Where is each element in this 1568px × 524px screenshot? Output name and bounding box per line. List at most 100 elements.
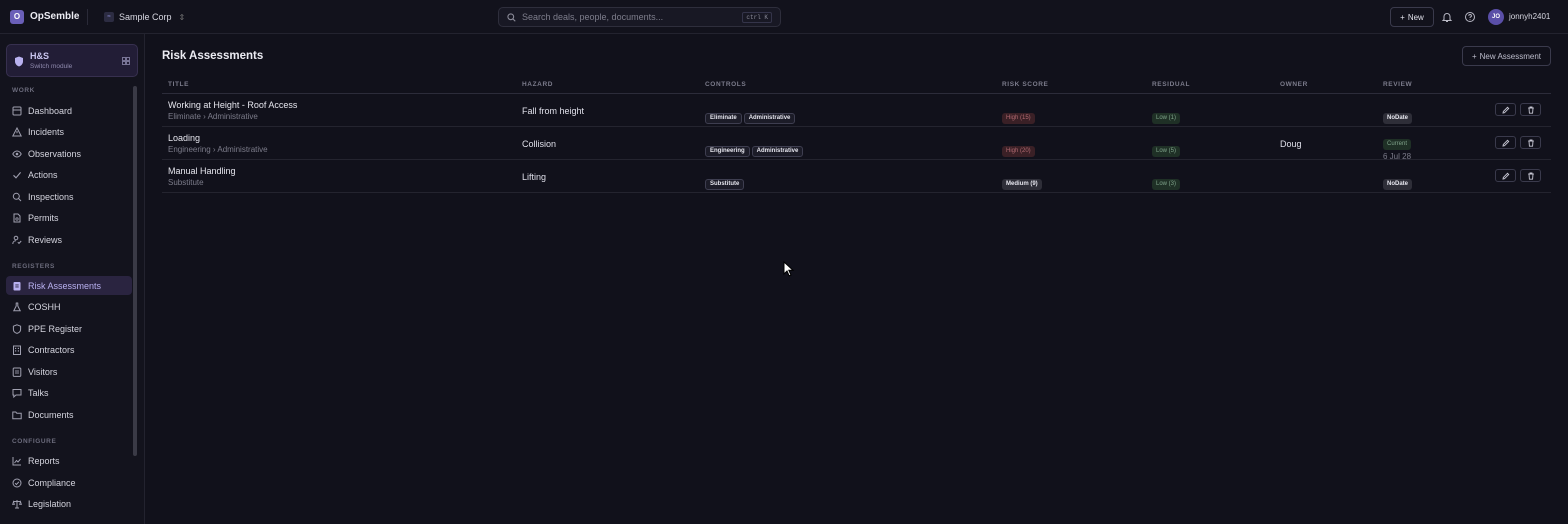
search-shortcut: ctrl K bbox=[742, 12, 772, 23]
sidebar-item-ppe-register[interactable]: PPE Register bbox=[6, 319, 132, 338]
sidebar-item-inspections[interactable]: Inspections bbox=[6, 187, 132, 206]
trash-icon bbox=[1527, 172, 1534, 180]
control-chip: Administrative bbox=[743, 113, 796, 124]
sidebar: H&S Switch module WORK Dashboard Inciden… bbox=[0, 34, 145, 524]
pencil-icon bbox=[1501, 139, 1509, 147]
delete-button[interactable] bbox=[1520, 136, 1541, 149]
folder-icon bbox=[12, 411, 22, 419]
column-header-owner[interactable]: OWNER bbox=[1280, 81, 1308, 88]
pencil-icon bbox=[1501, 172, 1509, 180]
residual-cell: Low (3) bbox=[1152, 172, 1181, 190]
section-label-work: WORK bbox=[12, 87, 35, 94]
delete-button[interactable] bbox=[1520, 103, 1541, 116]
sidebar-item-label: Compliance bbox=[28, 477, 76, 488]
page-title: Risk Assessments bbox=[162, 50, 264, 62]
title-cell: Working at Height - Roof Access Eliminat… bbox=[168, 100, 297, 121]
bell-icon[interactable] bbox=[1441, 11, 1453, 23]
search-box[interactable]: ctrl K bbox=[498, 7, 781, 27]
sidebar-item-documents[interactable]: Documents bbox=[6, 405, 132, 424]
title-cell: Manual Handling Substitute bbox=[168, 166, 236, 187]
residual-badge: Low (1) bbox=[1152, 113, 1181, 124]
residual-badge: Low (3) bbox=[1152, 179, 1181, 190]
org-name: Sample Corp bbox=[119, 12, 172, 22]
building-icon bbox=[13, 345, 21, 355]
permit-icon bbox=[13, 213, 21, 223]
section-label-configure: CONFIGURE bbox=[12, 438, 57, 445]
edit-button[interactable] bbox=[1495, 136, 1516, 149]
eye-icon bbox=[12, 149, 22, 158]
new-button[interactable]: + New bbox=[1390, 7, 1434, 27]
sidebar-item-label: Incidents bbox=[28, 127, 65, 137]
sidebar-item-contractors[interactable]: Contractors bbox=[6, 341, 132, 360]
sidebar-item-permits[interactable]: Permits bbox=[6, 209, 132, 228]
table-row[interactable]: Loading Engineering › Administrative Col… bbox=[162, 127, 1551, 161]
app-logo-icon[interactable]: O bbox=[10, 10, 24, 24]
sidebar-item-dashboard[interactable]: Dashboard bbox=[6, 101, 132, 120]
shield-icon bbox=[15, 56, 23, 67]
sidebar-item-actions[interactable]: Actions bbox=[6, 166, 132, 185]
residual-cell: Low (1) bbox=[1152, 106, 1181, 124]
edit-button[interactable] bbox=[1495, 169, 1516, 182]
sidebar-item-legislation[interactable]: Legislation bbox=[6, 495, 132, 514]
trash-icon bbox=[1527, 106, 1534, 114]
new-assessment-button[interactable]: + New Assessment bbox=[1462, 46, 1551, 66]
owner-cell: Doug bbox=[1280, 139, 1302, 149]
sidebar-item-coshh[interactable]: COSHH bbox=[6, 298, 132, 317]
sidebar-item-reviews[interactable]: Reviews bbox=[6, 230, 132, 249]
chat-icon bbox=[12, 389, 22, 398]
sidebar-scrollbar[interactable] bbox=[133, 86, 137, 456]
control-chip: Substitute bbox=[705, 179, 745, 190]
badge-icon bbox=[12, 367, 22, 377]
column-header-controls[interactable]: CONTROLS bbox=[705, 81, 746, 88]
new-button-label: New bbox=[1407, 12, 1424, 22]
help-icon[interactable] bbox=[1464, 11, 1476, 23]
column-header-hazard[interactable]: HAZARD bbox=[522, 81, 553, 88]
check-circle-icon bbox=[12, 478, 22, 487]
hazard-cell: Lifting bbox=[522, 172, 547, 182]
sidebar-item-talks[interactable]: Talks bbox=[6, 384, 132, 403]
controls-cell: Engineering Administrative bbox=[705, 139, 805, 157]
control-chip: Administrative bbox=[751, 146, 804, 157]
sidebar-item-label: Dashboard bbox=[28, 105, 73, 116]
flask-icon bbox=[12, 302, 22, 312]
sidebar-item-label: Reports bbox=[28, 456, 60, 466]
review-cell: Current 6 Jul 28 bbox=[1383, 132, 1411, 161]
sidebar-item-label: Permits bbox=[28, 213, 59, 223]
sidebar-item-compliance[interactable]: Compliance bbox=[6, 473, 132, 492]
risk-score-badge: High (20) bbox=[1002, 146, 1035, 157]
plus-icon: + bbox=[1471, 51, 1477, 61]
trash-icon bbox=[1527, 139, 1534, 147]
assessment-title[interactable]: Manual Handling bbox=[168, 166, 236, 176]
avatar[interactable]: JO bbox=[1488, 9, 1504, 25]
edit-button[interactable] bbox=[1495, 103, 1516, 116]
sidebar-item-incidents[interactable]: Incidents bbox=[6, 123, 132, 142]
review-cell: NoDate bbox=[1383, 106, 1413, 124]
column-header-risk-score[interactable]: RISK SCORE bbox=[1002, 81, 1048, 88]
assessment-title[interactable]: Working at Height - Roof Access bbox=[168, 100, 297, 110]
control-chip: Eliminate bbox=[705, 113, 742, 124]
section-label-registers: REGISTERS bbox=[12, 263, 55, 270]
table-row[interactable]: Manual Handling Substitute Lifting Subst… bbox=[162, 160, 1551, 193]
module-switcher[interactable]: H&S Switch module bbox=[6, 44, 138, 77]
sidebar-item-reports[interactable]: Reports bbox=[6, 452, 132, 471]
search-input[interactable] bbox=[522, 12, 747, 22]
clipboard-icon bbox=[13, 281, 21, 290]
username[interactable]: jonnyh2401 bbox=[1509, 12, 1550, 21]
sidebar-item-observations[interactable]: Observations bbox=[6, 144, 132, 163]
scale-icon bbox=[12, 500, 22, 509]
table-row[interactable]: Working at Height - Roof Access Eliminat… bbox=[162, 94, 1551, 127]
column-header-review[interactable]: REVIEW bbox=[1383, 81, 1412, 88]
sidebar-item-label: Reviews bbox=[28, 234, 63, 245]
sidebar-item-visitors[interactable]: Visitors bbox=[6, 362, 132, 381]
sidebar-item-label: Actions bbox=[28, 170, 58, 180]
sidebar-item-risk-assessments[interactable]: Risk Assessments bbox=[6, 276, 132, 295]
review-status-badge: NoDate bbox=[1383, 179, 1413, 190]
app-name[interactable]: OpSemble bbox=[30, 11, 79, 22]
delete-button[interactable] bbox=[1520, 169, 1541, 182]
column-header-residual[interactable]: RESIDUAL bbox=[1152, 81, 1190, 88]
hazard-cell: Fall from height bbox=[522, 106, 585, 116]
assessment-title[interactable]: Loading bbox=[168, 133, 268, 143]
column-header-title[interactable]: TITLE bbox=[168, 81, 189, 88]
org-selector[interactable]: ≈ Sample Corp ⇕ bbox=[100, 8, 188, 26]
table-header: TITLE HAZARD CONTROLS RISK SCORE RESIDUA… bbox=[162, 78, 1551, 94]
